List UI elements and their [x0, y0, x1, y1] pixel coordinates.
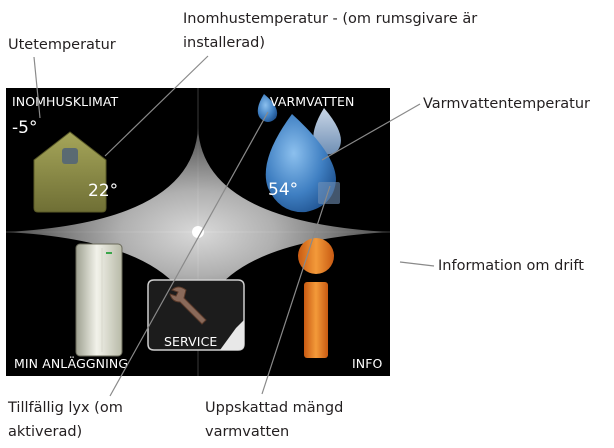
callout-est-hot-water-line1: Uppskattad mängd — [205, 400, 344, 416]
display-screen: INOMHUSKLIMAT VARMVATTEN MIN ANLÄGGNING … — [6, 88, 390, 376]
diagram: Utetemperatur Inomhustemperatur - (om ru… — [0, 0, 614, 448]
callout-indoor-temp-line1: Inomhustemperatur - (om rumsgivare är — [183, 11, 478, 27]
callout-info-operation: Information om drift — [438, 258, 584, 274]
heat-pump-unit-icon[interactable] — [75, 243, 123, 357]
info-icon[interactable] — [298, 238, 334, 358]
callout-est-hot-water-line2: varmvatten — [205, 424, 290, 440]
label-hot-water: VARMVATTEN — [270, 94, 355, 109]
screen-graphics — [6, 88, 390, 376]
label-my-system: MIN ANLÄGGNING — [14, 356, 129, 371]
callout-temp-lux-line2: aktiverad) — [8, 424, 83, 440]
label-service: SERVICE — [164, 334, 218, 349]
callout-outdoor-temp: Utetemperatur — [8, 37, 116, 53]
outdoor-temp-value: -5° — [12, 118, 38, 138]
callout-hot-water-temp: Varmvattentemperatur — [423, 96, 590, 112]
indoor-temp-value: 22° — [88, 181, 119, 201]
label-indoor-climate: INOMHUSKLIMAT — [12, 94, 119, 109]
label-info: INFO — [352, 356, 383, 371]
leader-info — [399, 261, 435, 267]
callout-indoor-temp-line2: installerad) — [183, 35, 266, 51]
hot-water-temp-value: 54° — [268, 180, 299, 200]
callout-temp-lux-line1: Tillfällig lyx (om — [8, 400, 123, 416]
